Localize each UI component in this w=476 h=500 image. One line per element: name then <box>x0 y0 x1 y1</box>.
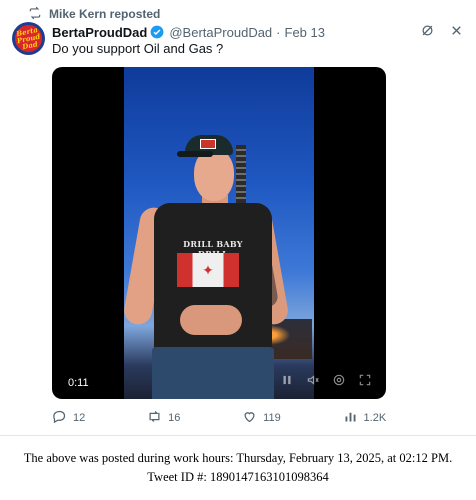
retweet-icon <box>147 409 162 427</box>
post-date[interactable]: Feb 13 <box>285 25 325 40</box>
view-count: 1.2K <box>363 412 387 424</box>
divider <box>0 435 476 436</box>
posting-caption: The above was posted during work hours: … <box>0 449 476 487</box>
repost-icon <box>28 6 42 23</box>
reply-count: 12 <box>73 412 86 424</box>
pause-icon[interactable] <box>280 373 294 392</box>
tweet-header: BertaProudDad @BertaProudDad · Feb 13 <box>52 23 464 41</box>
repost-label: Mike Kern reposted <box>49 7 161 21</box>
settings-icon[interactable] <box>332 373 346 392</box>
handle[interactable]: @BertaProudDad <box>169 25 272 40</box>
caption-work-hours: The above was posted during work hours: … <box>23 451 453 465</box>
like-count: 119 <box>263 412 281 424</box>
display-name[interactable]: BertaProudDad <box>52 25 147 40</box>
views-button[interactable]: 1.2K <box>343 409 387 427</box>
fullscreen-icon[interactable] <box>358 373 372 392</box>
more-options-icon[interactable] <box>449 23 464 41</box>
verified-badge-icon <box>150 25 164 39</box>
canada-flag: ✦ <box>177 253 239 287</box>
repost-count: 16 <box>168 412 181 424</box>
avatar[interactable]: Berta Proud Dad <box>12 22 45 55</box>
tweet-text: Do you support Oil and Gas ? <box>52 41 224 56</box>
repost-button[interactable]: 16 <box>147 409 180 427</box>
caption-tweet-id: Tweet ID #: 1890147163101098364 <box>147 470 329 484</box>
separator-dot: · <box>276 24 281 40</box>
video-player[interactable]: DRILL BABY DRILL ✦ 0:11 <box>52 67 386 399</box>
grok-icon[interactable] <box>420 23 435 41</box>
video-person: DRILL BABY DRILL ✦ <box>52 67 386 399</box>
avatar-logo-text: Berta Proud Dad <box>15 24 41 52</box>
bar-chart-icon <box>343 409 358 427</box>
volume-icon[interactable] <box>306 373 320 392</box>
reply-icon <box>52 409 67 427</box>
repost-indicator[interactable]: Mike Kern reposted <box>28 6 160 22</box>
reply-button[interactable]: 12 <box>52 409 85 427</box>
tweet-actions: 12 16 119 1.2K <box>52 409 476 444</box>
heart-icon <box>242 409 257 427</box>
video-elapsed-time: 0:11 <box>68 377 89 389</box>
like-button[interactable]: 119 <box>242 409 281 427</box>
